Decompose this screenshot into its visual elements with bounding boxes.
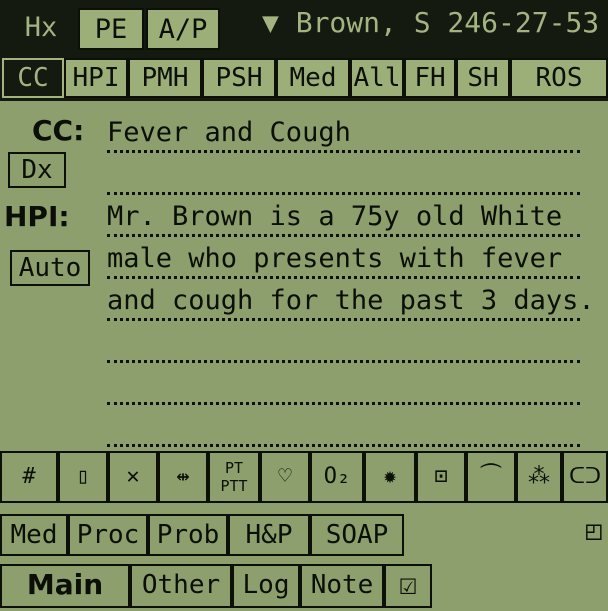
bacteria-icon[interactable]: ✹ — [364, 451, 416, 503]
auto-button[interactable]: Auto — [10, 250, 90, 286]
top-bar: Hx PE A/P ▼ Brown, S 246-27-53 CC HPI PM… — [0, 0, 608, 101]
module-note[interactable]: Note — [300, 564, 384, 608]
hpi-line-1[interactable]: Mr. Brown is a 75y old White — [107, 200, 580, 237]
ptt-label: PTT — [220, 477, 248, 495]
checkbox-checked-icon[interactable]: ☑ — [384, 564, 432, 608]
tab-fh[interactable]: FH — [404, 58, 456, 98]
tab-all[interactable]: All — [350, 58, 404, 98]
hpi-line-4[interactable] — [107, 326, 580, 363]
cc-label: CC: — [32, 114, 85, 147]
module-prob[interactable]: Prob — [148, 514, 228, 556]
tab-sh[interactable]: SH — [456, 58, 510, 98]
pt-label: PT — [224, 459, 244, 477]
patient-name: Brown, S 246-27-53 — [295, 6, 600, 39]
calculator-icon[interactable]: # — [0, 451, 58, 503]
kit-icon[interactable]: ⊡ — [416, 451, 466, 503]
lungs-icon[interactable]: ᑕᑐ — [562, 451, 608, 503]
tab-hpi[interactable]: HPI — [64, 58, 128, 98]
tab-cc[interactable]: CC — [2, 58, 64, 98]
tool-bar: # ▯ ✕ ⇹ PT PTT ♡ O₂ ✹ ⊡ ⏜ ⁂ ᑕᑐ — [0, 451, 608, 503]
hpi-line-6[interactable] — [107, 410, 580, 447]
module-proc[interactable]: Proc — [68, 514, 148, 556]
oxygen-icon[interactable]: O₂ — [310, 451, 364, 503]
tab-med[interactable]: Med — [276, 58, 350, 98]
module-med[interactable]: Med — [0, 514, 68, 556]
module-soap[interactable]: SOAP — [310, 514, 404, 556]
pt-ptt-icon[interactable]: PT PTT — [208, 451, 260, 503]
xray-icon[interactable]: ⁂ — [516, 451, 562, 503]
tab-ros[interactable]: ROS — [510, 58, 608, 98]
module-hp[interactable]: H&P — [228, 514, 310, 556]
vial-icon[interactable]: ▯ — [58, 451, 108, 503]
tab-ap[interactable]: A/P — [146, 8, 220, 50]
tab-pe[interactable]: PE — [78, 8, 144, 50]
cc-line-2[interactable] — [107, 158, 580, 195]
patient-selector[interactable]: ▼ Brown, S 246-27-53 — [262, 6, 599, 39]
triangle-down-icon: ▼ — [262, 6, 279, 39]
hpi-line-2[interactable]: male who presents with fever — [107, 242, 580, 279]
arrows-inward-icon[interactable]: ⇹ — [158, 451, 208, 503]
dx-button[interactable]: Dx — [8, 152, 66, 188]
hpi-line-3[interactable]: and cough for the past 3 days. — [107, 284, 595, 321]
tab-psh[interactable]: PSH — [202, 58, 276, 98]
cc-line-1[interactable]: Fever and Cough — [107, 116, 580, 153]
module-other[interactable]: Other — [130, 564, 232, 608]
module-main[interactable]: Main — [0, 564, 130, 608]
tab-pmh[interactable]: PMH — [128, 58, 202, 98]
heart-icon[interactable]: ♡ — [260, 451, 310, 503]
pulse-icon[interactable]: ⏜ — [466, 451, 516, 503]
module-log[interactable]: Log — [232, 564, 300, 608]
tab-hx[interactable]: Hx — [8, 8, 74, 50]
cross-icon[interactable]: ✕ — [108, 451, 158, 503]
hpi-line-5[interactable] — [107, 368, 580, 405]
hpi-label: HPI: — [4, 200, 70, 233]
page-corner-icon[interactable]: ◰ — [586, 516, 602, 546]
